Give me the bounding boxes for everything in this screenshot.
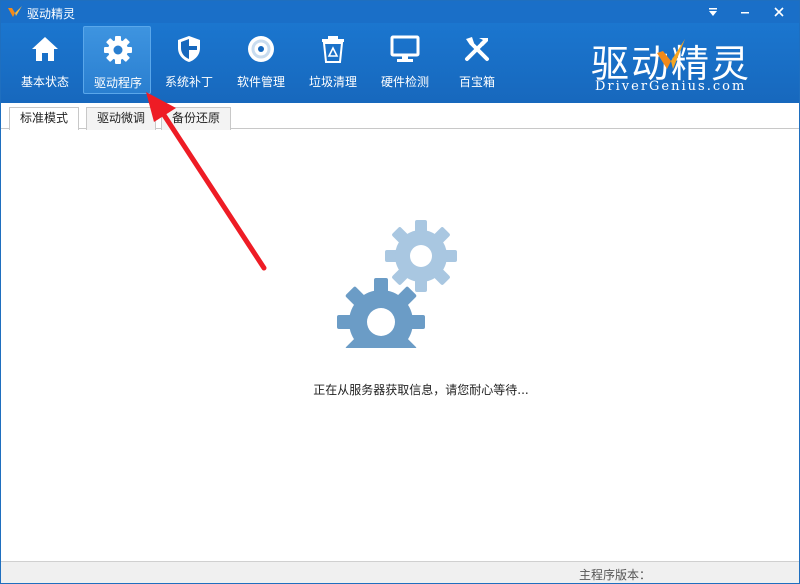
tools-icon xyxy=(465,37,489,61)
gear-icon xyxy=(104,36,132,64)
tab-standard-mode[interactable]: 标准模式 xyxy=(9,107,80,131)
toolbar-label: 百宝箱 xyxy=(458,75,495,89)
minimize-icon[interactable] xyxy=(735,3,755,21)
recycle-bin-icon xyxy=(322,36,344,63)
toolbar-label: 驱动程序 xyxy=(93,76,142,90)
toolbar-label: 软件管理 xyxy=(236,75,285,89)
toolbar-button-basic-status[interactable]: 基本状态 xyxy=(11,26,79,94)
toolbar-button-toolbox[interactable]: 百宝箱 xyxy=(443,26,511,94)
toolbar-button-hardware-check[interactable]: 硬件检测 xyxy=(371,26,439,94)
window-title: 驱动精灵 xyxy=(27,7,76,21)
brand-logo: 驱动精灵 DriverGenius.com xyxy=(589,33,769,103)
version-label: 主程序版本： xyxy=(579,568,652,582)
close-icon[interactable] xyxy=(769,3,789,21)
main-toolbar: 基本状态 驱动程序 系统补丁 软件管理 垃圾清理 硬件检测 百宝箱 驱动精灵 D… xyxy=(1,23,799,103)
toolbar-button-drivers[interactable]: 驱动程序 xyxy=(83,26,151,94)
loading-gears-icon xyxy=(337,220,457,348)
title-bar[interactable]: 驱动精灵 xyxy=(1,1,799,23)
toolbar-label: 硬件检测 xyxy=(380,75,429,89)
toolbar-button-junk-clean[interactable]: 垃圾清理 xyxy=(299,26,367,94)
toolbar-label: 基本状态 xyxy=(20,75,69,89)
tab-bar: 标准模式 驱动微调 备份还原 xyxy=(1,103,799,131)
tab-driver-tune[interactable]: 驱动微调 xyxy=(86,107,157,130)
content-area: 正在从服务器获取信息，请您耐心等待... xyxy=(1,130,799,560)
toolbar-label: 系统补丁 xyxy=(164,75,213,89)
app-logo-icon xyxy=(8,6,22,17)
menu-dropdown-icon[interactable] xyxy=(703,3,723,21)
monitor-icon xyxy=(390,35,420,62)
shield-icon xyxy=(178,36,200,62)
home-icon xyxy=(32,37,58,61)
toolbar-button-software-manager[interactable]: 软件管理 xyxy=(227,26,295,94)
toolbar-button-system-patch[interactable]: 系统补丁 xyxy=(155,26,223,94)
brand-name-en: DriverGenius.com xyxy=(595,79,747,94)
tab-backup-restore[interactable]: 备份还原 xyxy=(161,107,232,130)
status-bar: 主程序版本： xyxy=(1,561,799,583)
disc-icon xyxy=(248,36,274,62)
app-window: 驱动精灵 基本状态 驱动程序 系统补丁 软件管理 垃圾清理 硬件检测 百宝箱 驱… xyxy=(0,0,800,584)
toolbar-label: 垃圾清理 xyxy=(308,75,357,89)
brand-checkmark-icon xyxy=(657,39,685,69)
loading-message: 正在从服务器获取信息，请您耐心等待... xyxy=(313,383,529,397)
